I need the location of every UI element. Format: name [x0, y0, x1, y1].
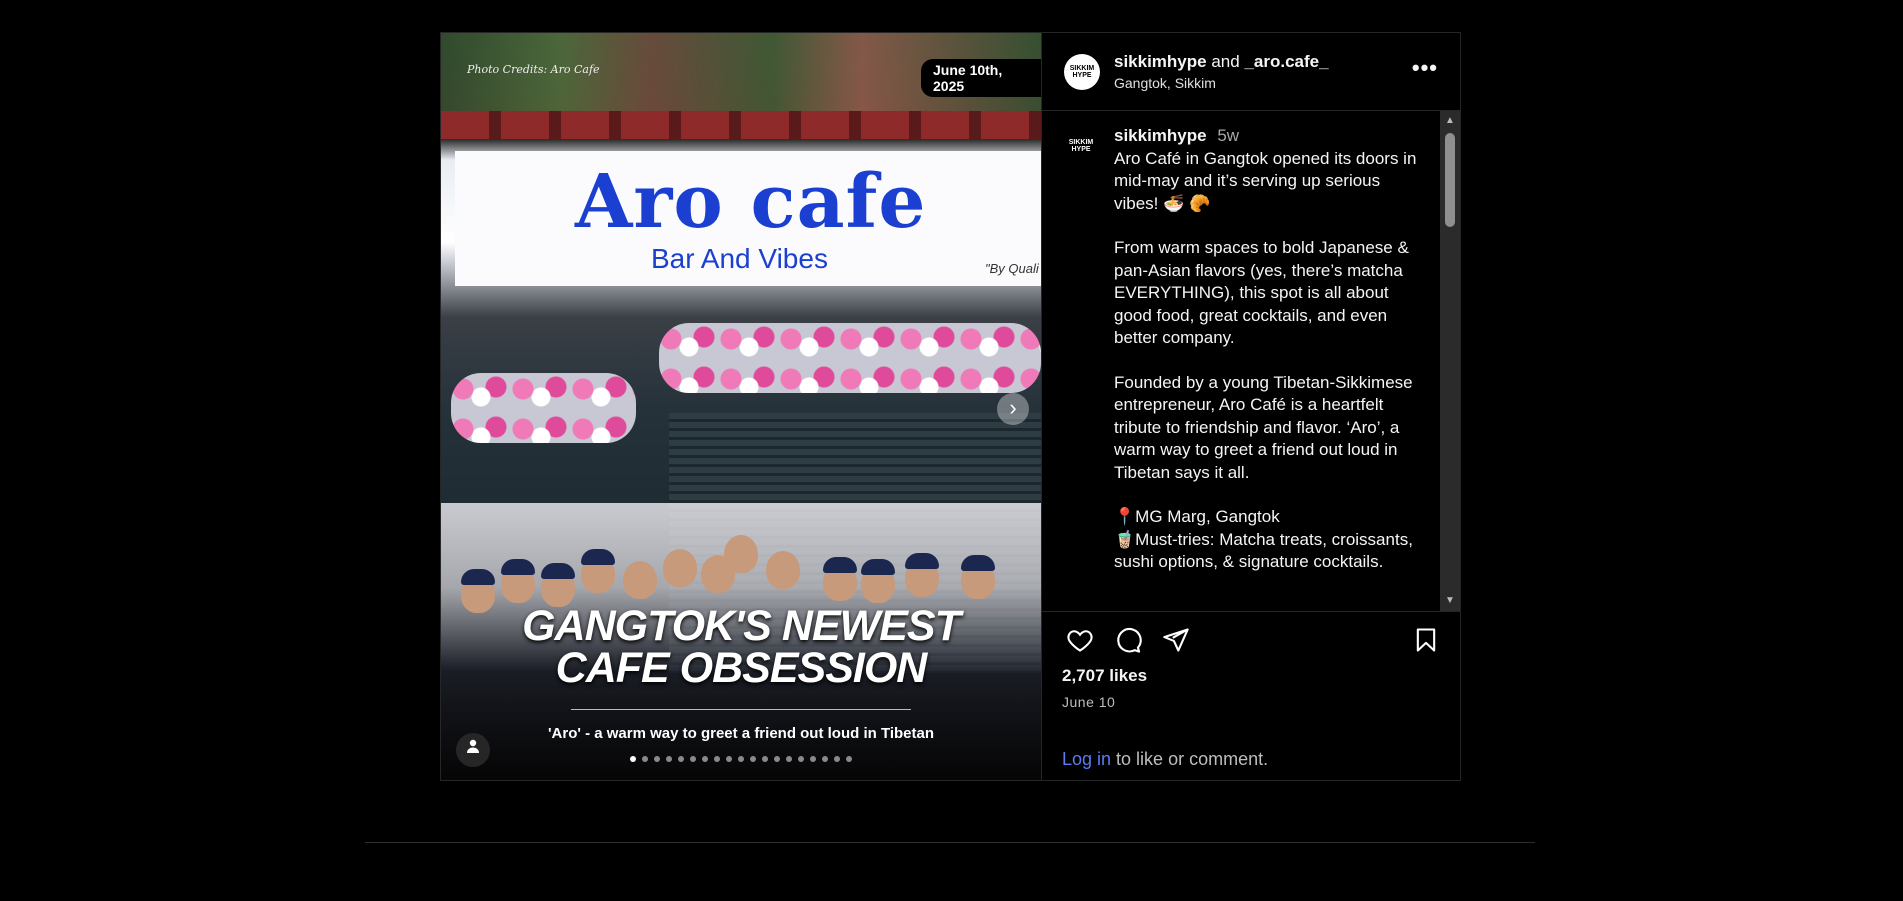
carousel-dot [786, 756, 792, 762]
header-users: sikkimhype and _aro.cafe_ [1114, 52, 1329, 72]
flower-planter [451, 373, 636, 443]
comment-icon [1117, 627, 1142, 653]
person [701, 555, 735, 593]
caption-meta: sikkimhype 5w [1114, 125, 1424, 148]
bookmark-icon [1416, 628, 1436, 652]
more-options-button[interactable]: ••• [1412, 55, 1438, 81]
post-date[interactable]: June 10 [1042, 694, 1460, 710]
sign-subtitle: Bar And Vibes [651, 243, 828, 274]
cafe-sign: Aro cafe Bar And Vibes "By Quali [455, 151, 1041, 286]
chevron-right-icon: › [1009, 395, 1017, 420]
flower-planter [659, 323, 1041, 393]
headline-line: CAFE OBSESSION [555, 644, 928, 692]
likes-count[interactable]: 2,707 likes [1042, 666, 1460, 686]
login-rest-text: to like or comment. [1111, 749, 1269, 769]
carousel-dot [678, 756, 684, 762]
caption-paragraph: From warm spaces to bold Japanese & pan-… [1114, 238, 1409, 347]
carousel-dot [834, 756, 840, 762]
avatar[interactable]: SIKKIM HYPE [1064, 53, 1100, 90]
date-badge: June 10th, 2025 [921, 59, 1041, 97]
person [663, 549, 697, 587]
scroll-down-arrow-icon[interactable]: ▼ [1440, 593, 1460, 609]
carousel-dot [642, 756, 648, 762]
tagged-users-button[interactable] [456, 733, 490, 767]
scroll-up-arrow-icon[interactable]: ▲ [1440, 113, 1460, 129]
caption: SIKKIM HYPE sikkimhype 5w Aro Café in Ga… [1042, 111, 1460, 574]
caption-paragraph: 🧋Must-tries: Matcha treats, croissants, … [1114, 529, 1413, 572]
carousel-dot [726, 756, 732, 762]
send-icon [1163, 628, 1189, 652]
cap [823, 557, 857, 573]
carousel-dots [441, 756, 1041, 762]
photo-credit: Photo Credits: Aro Cafe [467, 63, 600, 76]
caption-paragraph: Founded by a young Tibetan-Sikkimese ent… [1114, 372, 1413, 482]
caption-paragraph: Aro Café in Gangtok opened its doors in … [1114, 148, 1417, 213]
carousel-dot [750, 756, 756, 762]
person [766, 551, 800, 589]
post-footer: 2,707 likes June 10 Log in to like or co… [1042, 612, 1460, 780]
cap [461, 569, 495, 585]
carousel-dot [702, 756, 708, 762]
cap [501, 559, 535, 575]
caption-username[interactable]: sikkimhype [1114, 126, 1207, 145]
cap [581, 549, 615, 565]
like-button[interactable] [1062, 622, 1098, 658]
carousel-dot [774, 756, 780, 762]
share-button[interactable] [1158, 622, 1194, 658]
sign-title: Aro cafe [575, 159, 927, 245]
scrollbar-thumb[interactable] [1445, 133, 1455, 227]
login-link[interactable]: Log in [1062, 749, 1111, 769]
carousel-dot [762, 756, 768, 762]
person [623, 561, 657, 599]
carousel-dot [690, 756, 696, 762]
caption-time[interactable]: 5w [1217, 126, 1239, 145]
carousel-dot [666, 756, 672, 762]
carousel-dot [810, 756, 816, 762]
media-tagline: 'Aro' - a warm way to greet a friend out… [547, 725, 935, 742]
post-media[interactable]: Aro cafe Bar And Vibes "By Quali Photo C… [441, 33, 1041, 780]
cap [541, 563, 575, 579]
post-sidebar: SIKKIM HYPE sikkimhype and _aro.cafe_ Ga… [1041, 33, 1460, 780]
location-link[interactable]: Gangtok, Sikkim [1114, 75, 1329, 91]
collab-username-link[interactable]: _aro.cafe_ [1244, 52, 1328, 71]
header-text: sikkimhype and _aro.cafe_ Gangtok, Sikki… [1114, 52, 1329, 91]
sign-tagline: "By Quali [985, 261, 1039, 276]
photo-railing [441, 111, 1041, 139]
post-header: SIKKIM HYPE sikkimhype and _aro.cafe_ Ga… [1042, 33, 1460, 111]
carousel-dot [654, 756, 660, 762]
page-divider [365, 842, 1535, 843]
heart-icon [1067, 630, 1093, 652]
post-card: Aro cafe Bar And Vibes "By Quali Photo C… [440, 32, 1461, 781]
action-bar [1042, 612, 1460, 668]
caption-body: sikkimhype 5w Aro Café in Gangtok opened… [1114, 125, 1424, 574]
and-text: and [1211, 52, 1240, 71]
scrollbar[interactable]: ▲ ▼ [1440, 111, 1460, 611]
next-slide-button[interactable]: › [997, 393, 1029, 425]
carousel-dot [738, 756, 744, 762]
carousel-dot [714, 756, 720, 762]
caption-avatar[interactable]: SIKKIM HYPE [1064, 129, 1098, 163]
headline: GANGTOK'S NEWEST CAFE OBSESSION [441, 602, 1041, 692]
login-prompt: Log in to like or comment. [1062, 749, 1268, 770]
carousel-dot [846, 756, 852, 762]
divider [571, 709, 911, 710]
carousel-dot [822, 756, 828, 762]
person-icon [467, 739, 479, 753]
username-link[interactable]: sikkimhype [1114, 52, 1207, 71]
cap [905, 553, 939, 569]
carousel-dot [798, 756, 804, 762]
comment-button[interactable] [1110, 622, 1146, 658]
save-button[interactable] [1412, 626, 1440, 659]
cap [961, 555, 995, 571]
cap [861, 559, 895, 575]
carousel-dot [630, 756, 636, 762]
caption-area[interactable]: SIKKIM HYPE sikkimhype 5w Aro Café in Ga… [1042, 111, 1460, 612]
headline-line: GANGTOK'S NEWEST [522, 602, 961, 650]
caption-paragraph: 📍MG Marg, Gangtok [1114, 507, 1280, 526]
